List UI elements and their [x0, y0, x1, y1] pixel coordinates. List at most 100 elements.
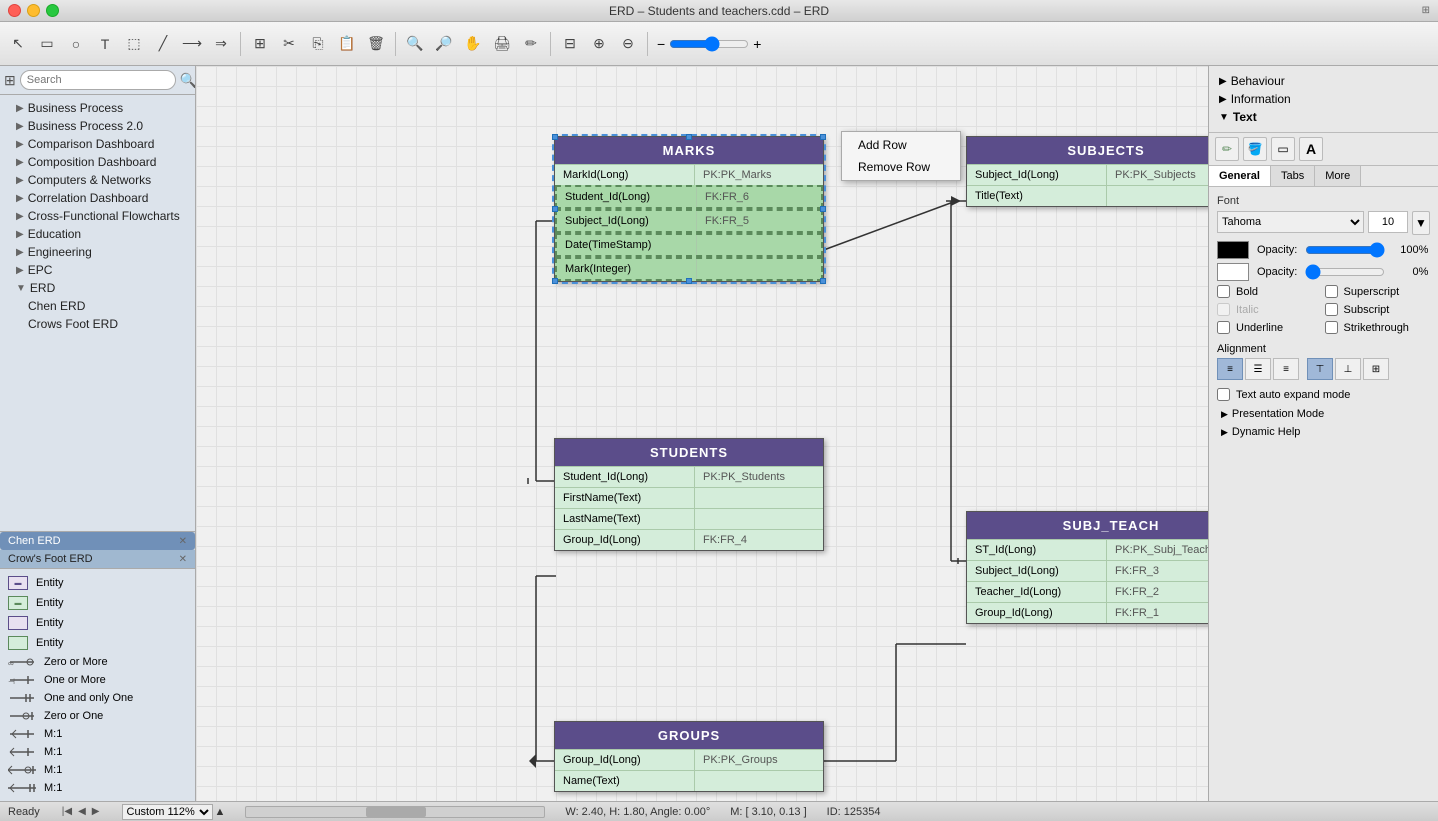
relation-item-m1-3[interactable]: M:1 — [0, 779, 195, 797]
zoom-select-dropdown[interactable]: Custom 112% — [122, 804, 213, 820]
ellipse-tool[interactable]: ○ — [62, 30, 90, 58]
groups-row-0[interactable]: Group_Id(Long) PK:PK_Groups — [555, 749, 823, 770]
font-size-input[interactable] — [1368, 211, 1408, 233]
autoexpand-checkbox[interactable] — [1217, 388, 1230, 401]
align-middle-btn[interactable]: ⊥ — [1335, 358, 1361, 380]
format-pen-btn[interactable]: ✏ — [1215, 137, 1239, 161]
marks-row-2[interactable]: Subject_Id(Long) FK:FR_5 — [555, 209, 823, 233]
align-left-btn[interactable]: ≡ — [1217, 358, 1243, 380]
tab-crows-foot-erd[interactable]: Crow's Foot ERD ✕ — [0, 550, 195, 568]
format-box-btn[interactable]: ▭ — [1271, 137, 1295, 161]
color-picker-2[interactable] — [1217, 263, 1249, 281]
groups-row-1[interactable]: Name(Text) — [555, 770, 823, 791]
marks-table[interactable]: MARKS MarkId(Long) PK:PK_Marks Student_I… — [554, 136, 824, 282]
relation-item-m1-2[interactable]: M:1 — [0, 761, 195, 779]
tree-item-chen-erd[interactable]: Chen ERD — [0, 297, 195, 315]
tree-item-crows-foot-erd[interactable]: Crows Foot ERD — [0, 315, 195, 333]
subj-teach-row-3[interactable]: Group_Id(Long) FK:FR_1 — [967, 602, 1208, 623]
relation-item-m1-0[interactable]: M:1 — [0, 725, 195, 743]
connection-tool[interactable]: ⟶ — [178, 30, 206, 58]
subj-teach-row-0[interactable]: ST_Id(Long) PK:PK_Subj_Teach — [967, 539, 1208, 560]
tab-tabs[interactable]: Tabs — [1271, 166, 1315, 186]
image-tool[interactable]: ⬚ — [120, 30, 148, 58]
rect-tool[interactable]: ▭ — [33, 30, 61, 58]
groups-table[interactable]: GROUPS Group_Id(Long) PK:PK_Groups Name(… — [554, 721, 824, 792]
superscript-checkbox[interactable] — [1325, 285, 1338, 298]
ctx-remove-row[interactable]: Remove Row — [842, 156, 960, 178]
tree-item-business-process-2[interactable]: ▶ Business Process 2.0 — [0, 117, 195, 135]
opacity-slider-2[interactable] — [1305, 264, 1385, 280]
opacity-slider-1[interactable] — [1305, 242, 1385, 258]
marks-row-3[interactable]: Date(TimeStamp) — [555, 233, 823, 257]
print-tool[interactable]: 🖨 — [488, 30, 516, 58]
delete-tool[interactable]: 🗑 — [362, 30, 390, 58]
subj-teach-table[interactable]: SUBJ_TEACH ST_Id(Long) PK:PK_Subj_Teach … — [966, 511, 1208, 624]
panel-section-information[interactable]: ▶ Information — [1215, 90, 1432, 108]
zoom-in-tool[interactable]: 🔍 — [401, 30, 429, 58]
close-crows-foot-erd[interactable]: ✕ — [179, 554, 187, 565]
tab-general[interactable]: General — [1209, 166, 1271, 186]
subscript-checkbox[interactable] — [1325, 303, 1338, 316]
students-row-0[interactable]: Student_Id(Long) PK:PK_Students — [555, 466, 823, 487]
search-input[interactable] — [20, 70, 176, 90]
tree-item-comparison-dashboard[interactable]: ▶ Comparison Dashboard — [0, 135, 195, 153]
relation-item-zero-or-more[interactable]: ∞ Zero or More — [0, 653, 195, 671]
paste-tool[interactable]: 📋 — [333, 30, 361, 58]
tree-item-erd[interactable]: ▼ ERD — [0, 279, 195, 297]
sel-handle-ml[interactable] — [552, 206, 558, 212]
tab-chen-erd[interactable]: Chen ERD ✕ — [0, 532, 195, 550]
subjects-row-0[interactable]: Subject_Id(Long) PK:PK_Subjects — [967, 164, 1208, 185]
marks-row-1[interactable]: Student_Id(Long) FK:FR_6 — [555, 185, 823, 209]
cursor-tool[interactable]: ↖ — [4, 30, 32, 58]
align-right-btn[interactable]: ≡ — [1273, 358, 1299, 380]
dynamic-help-link[interactable]: ▶ Dynamic Help — [1217, 423, 1430, 441]
close-button[interactable] — [8, 4, 21, 17]
tree-item-cross-functional[interactable]: ▶ Cross-Functional Flowcharts — [0, 207, 195, 225]
panel-section-text[interactable]: ▼ Text — [1215, 108, 1432, 126]
zoom-plus-icon[interactable]: + — [753, 36, 761, 52]
maximize-icon[interactable]: ⊞ — [1422, 5, 1430, 16]
sel-handle-bl[interactable] — [552, 278, 558, 284]
grid-icon[interactable]: ⊞ — [4, 72, 16, 89]
sel-handle-bc[interactable] — [686, 278, 692, 284]
fullscreen-button[interactable] — [46, 4, 59, 17]
relation-item-zero-or-one[interactable]: Zero or One — [0, 707, 195, 725]
sel-handle-tr[interactable] — [820, 134, 826, 140]
tree-item-composition-dashboard[interactable]: ▶ Composition Dashboard — [0, 153, 195, 171]
subj-teach-row-2[interactable]: Teacher_Id(Long) FK:FR_2 — [967, 581, 1208, 602]
sel-handle-mr[interactable] — [820, 206, 826, 212]
font-size-down[interactable]: ▼ — [1412, 211, 1430, 235]
tree-item-education[interactable]: ▶ Education — [0, 225, 195, 243]
nav-next[interactable]: ▶ — [90, 806, 102, 817]
relation-item-one-or-more[interactable]: ⊣ One or More — [0, 671, 195, 689]
copy-tool[interactable]: ⎘ — [304, 30, 332, 58]
sel-handle-tc[interactable] — [686, 134, 692, 140]
tab-more[interactable]: More — [1315, 166, 1361, 186]
tree-item-business-process[interactable]: ▶ Business Process — [0, 99, 195, 117]
font-family-select[interactable]: Tahoma — [1217, 211, 1364, 233]
entity-item-2[interactable]: Entity — [0, 613, 195, 633]
tree-item-engineering[interactable]: ▶ Engineering — [0, 243, 195, 261]
tree-item-correlation-dashboard[interactable]: ▶ Correlation Dashboard — [0, 189, 195, 207]
cut-tool[interactable]: ✂ — [275, 30, 303, 58]
nav-first[interactable]: |◀ — [60, 806, 74, 817]
horizontal-scrollbar[interactable] — [245, 806, 545, 818]
subjects-row-1[interactable]: Title(Text) — [967, 185, 1208, 206]
nav-prev[interactable]: ◀ — [76, 806, 88, 817]
entity-item-1[interactable]: ▬ Entity — [0, 593, 195, 613]
ctx-add-row[interactable]: Add Row — [842, 134, 960, 156]
relation-item-one-only[interactable]: One and only One — [0, 689, 195, 707]
scrollbar-thumb[interactable] — [366, 807, 426, 817]
text-tool[interactable]: T — [91, 30, 119, 58]
align-center-btn[interactable]: ☰ — [1245, 358, 1271, 380]
strikethrough-checkbox[interactable] — [1325, 321, 1338, 334]
marks-row-0[interactable]: MarkId(Long) PK:PK_Marks — [555, 164, 823, 185]
bold-checkbox[interactable] — [1217, 285, 1230, 298]
zoom-in2-tool[interactable]: ⊕ — [585, 30, 613, 58]
zoom-out-tool[interactable]: 🔎 — [430, 30, 458, 58]
format-text-btn[interactable]: A — [1299, 137, 1323, 161]
zoom-slider[interactable] — [669, 36, 749, 52]
canvas[interactable]: MARKS MarkId(Long) PK:PK_Marks Student_I… — [196, 66, 1208, 801]
draw-tool[interactable]: ✏ — [517, 30, 545, 58]
zoom-out2-tool[interactable]: ⊖ — [614, 30, 642, 58]
